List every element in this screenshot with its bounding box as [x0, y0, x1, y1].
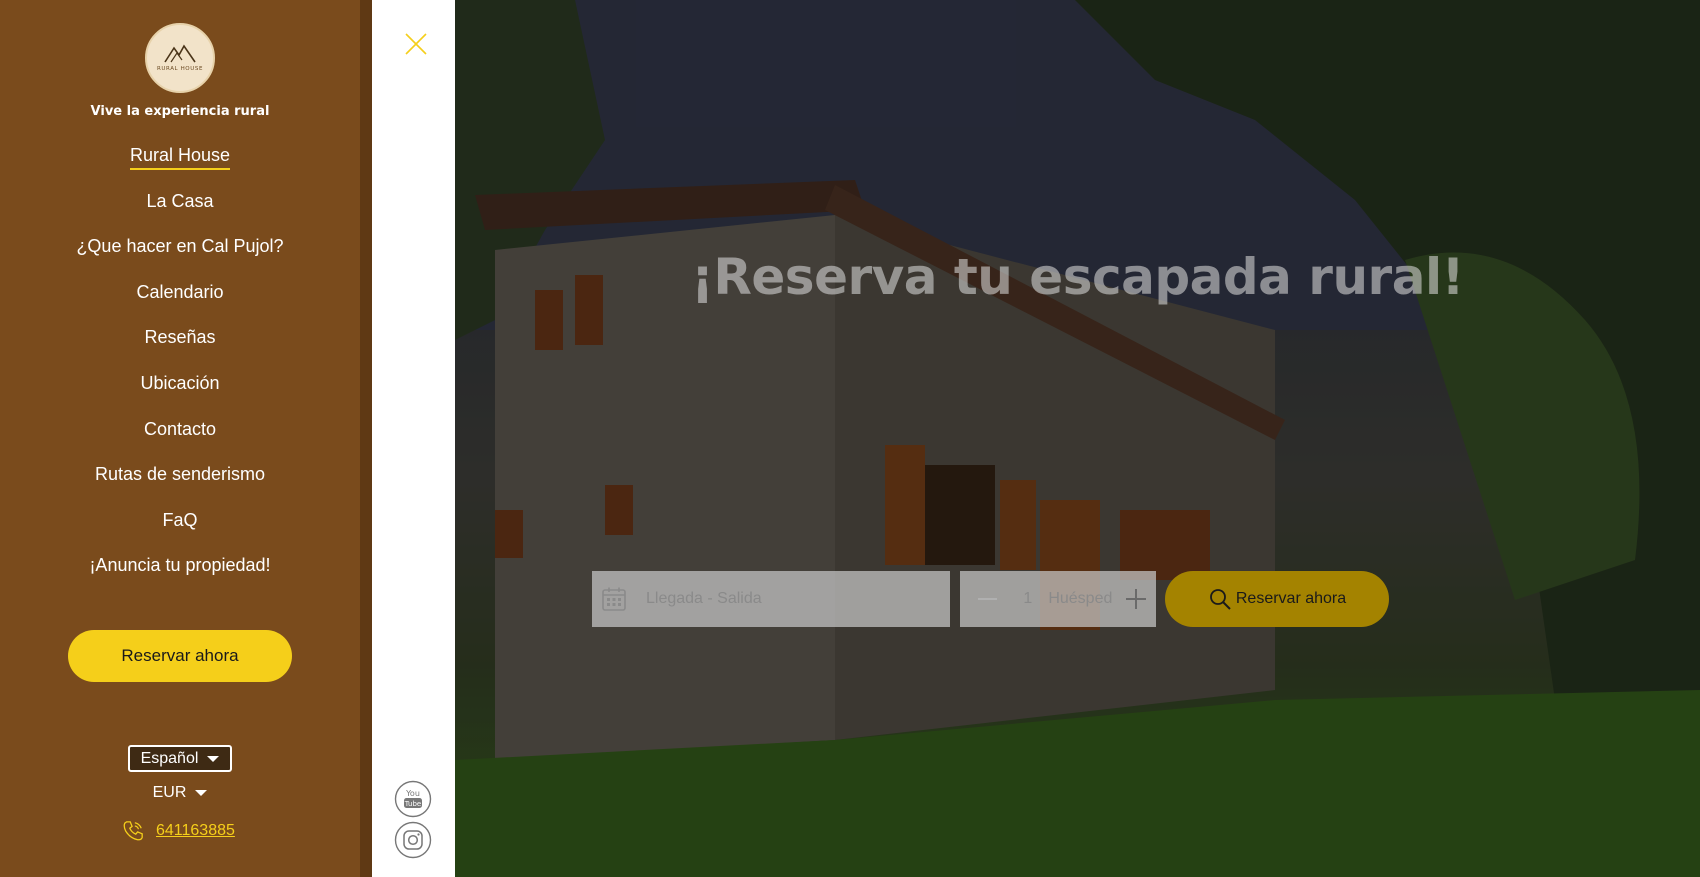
currency-selector[interactable]: EUR — [0, 784, 360, 802]
menu-link-rural-house[interactable]: Rural House — [129, 145, 231, 170]
booking-bar: Llegada - Salida 1 Huésped Reservar ahor… — [592, 571, 1389, 627]
menu-link-rutas[interactable]: Rutas de senderismo — [95, 464, 265, 487]
menu-item: ¡Anuncia tu propiedad! — [0, 555, 360, 601]
site-logo[interactable]: RURAL HOUSE — [145, 23, 215, 93]
phone-link[interactable]: 641163885 — [156, 822, 235, 840]
menu-item: Reseñas — [0, 327, 360, 373]
tagline: Vive la experiencia rural — [90, 104, 270, 119]
date-range-field[interactable]: Llegada - Salida — [592, 571, 950, 627]
svg-text:Tube: Tube — [404, 800, 421, 808]
phone-icon — [123, 821, 143, 841]
menu-link-calendario[interactable]: Calendario — [136, 282, 223, 305]
instagram-icon[interactable] — [394, 821, 432, 859]
search-icon — [1209, 589, 1231, 610]
menu-link-faq[interactable]: FaQ — [162, 510, 197, 533]
menu-item: Calendario — [0, 282, 360, 328]
svg-text:You: You — [405, 789, 420, 798]
menu-link-ubicacion[interactable]: Ubicación — [140, 373, 219, 396]
hero-dark-overlay — [455, 0, 1700, 877]
guest-count: 1 — [1023, 590, 1033, 607]
increase-guests-button[interactable] — [1126, 589, 1146, 609]
menu-link-contacto[interactable]: Contacto — [144, 419, 216, 442]
logo-text: RURAL HOUSE — [156, 66, 204, 72]
date-range-placeholder: Llegada - Salida — [646, 590, 762, 607]
chevron-down-icon — [195, 790, 208, 796]
menu-item: Contacto — [0, 419, 360, 465]
phone-contact: 641163885 — [122, 820, 235, 842]
panel-edge — [360, 0, 372, 877]
menu-item: FaQ — [0, 510, 360, 556]
menu-item: La Casa — [0, 191, 360, 237]
youtube-icon[interactable]: You Tube — [394, 780, 432, 818]
side-menu-panel: RURAL HOUSE Vive la experiencia rural Ru… — [0, 0, 360, 877]
menu-link-anuncia[interactable]: ¡Anuncia tu propiedad! — [89, 555, 270, 578]
close-icon[interactable] — [404, 32, 428, 56]
hero-reserve-button[interactable]: Reservar ahora — [1165, 571, 1389, 627]
hero-section: ¡Reserva tu escapada rural! Llegada - Sa… — [455, 0, 1700, 877]
menu-side-strip — [372, 0, 455, 877]
currency-value: EUR — [152, 784, 187, 801]
language-selector[interactable]: Español — [128, 745, 232, 772]
hero-title: ¡Reserva tu escapada rural! — [691, 248, 1464, 306]
menu-link-la-casa[interactable]: La Casa — [146, 191, 213, 214]
decrease-guests-button[interactable] — [978, 598, 998, 600]
menu-link-resenas[interactable]: Reseñas — [144, 327, 215, 350]
guest-selector: 1 Huésped — [960, 571, 1156, 627]
menu-link-que-hacer[interactable]: ¿Que hacer en Cal Pujol? — [76, 236, 283, 259]
menu-item: Ubicación — [0, 373, 360, 419]
chevron-down-icon — [207, 755, 220, 762]
hero-reserve-label: Reservar ahora — [1235, 590, 1347, 607]
calendar-icon — [602, 587, 626, 611]
menu-item: ¿Que hacer en Cal Pujol? — [0, 236, 360, 282]
guest-label: Huésped — [1048, 590, 1113, 607]
main-menu: Rural House La Casa ¿Que hacer en Cal Pu… — [0, 145, 360, 601]
menu-item: Rutas de senderismo — [0, 464, 360, 510]
mountain-logo-icon — [164, 44, 196, 63]
language-value: Español — [140, 749, 199, 767]
menu-item: Rural House — [0, 145, 360, 191]
menu-reserve-button[interactable]: Reservar ahora — [68, 630, 292, 682]
